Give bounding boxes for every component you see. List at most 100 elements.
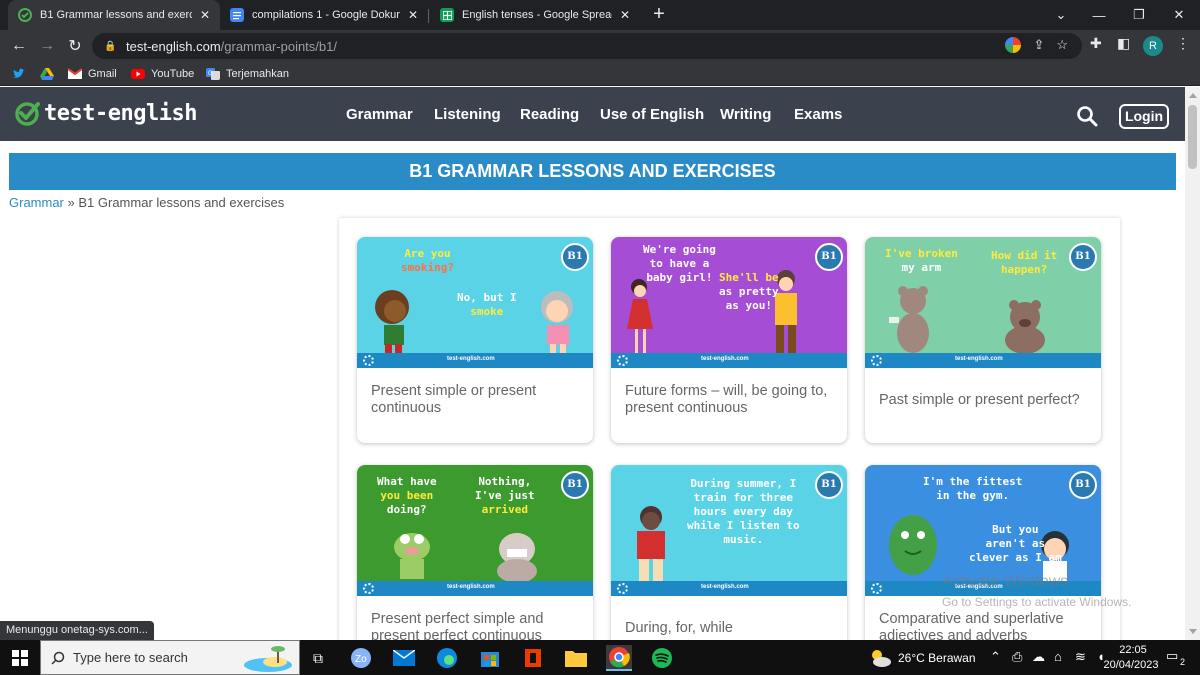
forward-arrow-icon[interactable]: → (36, 35, 58, 57)
browser-tab-compilations[interactable]: compilations 1 - Google Dokumen ✕ (220, 0, 428, 30)
url-host: test-english.com (126, 38, 221, 54)
side-panel-icon[interactable]: ◧ (1117, 35, 1130, 52)
address-bar[interactable]: 🔒 test-english.com/grammar-points/b1/ ⇪ … (92, 33, 1082, 59)
reload-icon[interactable]: ↻ (64, 35, 86, 57)
spotify-app-icon[interactable] (649, 645, 675, 671)
browser-tab-english-tenses[interactable]: English tenses - Google Spreadsheet ✕ (430, 0, 640, 30)
onedrive-cloud-icon[interactable]: ☁ (1032, 649, 1045, 665)
page-viewport: test-english Grammar Listening Reading U… (0, 87, 1185, 640)
lesson-thumbnail[interactable]: I've broken my arm How did it happen? B1… (865, 237, 1101, 368)
close-icon[interactable]: ✕ (200, 8, 210, 22)
file-explorer-icon[interactable] (563, 645, 589, 671)
nav-writing[interactable]: Writing (720, 106, 771, 123)
back-arrow-icon[interactable]: ← (8, 35, 30, 57)
url-path: /grammar-points/b1/ (220, 38, 337, 54)
thumbnail-site-label: test-english.com (447, 584, 495, 590)
notification-count: 2 (1180, 657, 1186, 667)
scroll-thumb[interactable] (1188, 105, 1197, 169)
activate-windows-subtitle: Go to Settings to activate Windows. (942, 595, 1132, 609)
page-title: B1 GRAMMAR LESSONS AND EXERCISES (9, 153, 1176, 190)
lesson-card-during-for-while[interactable]: During summer, I train for three hours e… (611, 465, 847, 640)
microsoft-store-icon[interactable] (477, 645, 503, 671)
chrome-app-icon[interactable] (606, 645, 632, 671)
nav-listening[interactable]: Listening (434, 106, 501, 123)
breadcrumb-grammar-link[interactable]: Grammar (9, 195, 64, 210)
search-icon[interactable] (1076, 105, 1098, 127)
wifi-icon[interactable]: ≋ (1075, 649, 1086, 665)
nav-grammar[interactable]: Grammar (346, 106, 413, 123)
close-window-button[interactable]: ✕ (1156, 0, 1200, 30)
extensions-puzzle-icon[interactable]: ✚ (1090, 35, 1102, 52)
nav-exams[interactable]: Exams (794, 106, 842, 123)
edge-browser-icon[interactable] (434, 645, 460, 671)
bubble-text: my arm (901, 261, 942, 274)
lesson-card-present-simple[interactable]: Are you smoking? No, but I smoke B1 test… (357, 237, 593, 443)
profile-avatar[interactable]: R (1143, 36, 1163, 56)
bookmark-star-icon[interactable]: ☆ (1056, 37, 1068, 53)
lesson-thumbnail[interactable]: Are you smoking? No, but I smoke B1 test… (357, 237, 593, 368)
bubble-text: We're going (643, 243, 716, 256)
windows-start-icon[interactable] (7, 645, 33, 671)
scroll-down-arrow-icon[interactable] (1189, 629, 1197, 634)
taskbar-search-box[interactable]: Type here to search (40, 640, 300, 675)
login-button[interactable]: Login (1119, 104, 1169, 129)
scroll-up-arrow-icon[interactable] (1189, 93, 1197, 98)
network-icon[interactable]: ⌂ (1054, 649, 1062, 664)
bubble-text: clever as I am (969, 551, 1062, 564)
tab-title: B1 Grammar lessons and exercises (40, 9, 192, 21)
nav-reading[interactable]: Reading (520, 106, 579, 123)
share-icon[interactable]: ⇪ (1033, 37, 1044, 53)
bubble-text: Are you (404, 247, 451, 260)
lock-icon[interactable]: 🔒 (104, 41, 118, 52)
lesson-card-title[interactable]: Comparative and superlative adjectives a… (879, 611, 1091, 640)
lesson-card-comparatives[interactable]: I'm the fittest in the gym. But you aren… (865, 465, 1101, 640)
close-icon[interactable]: ✕ (408, 8, 418, 22)
nav-use-of-english[interactable]: Use of English (600, 106, 704, 123)
lesson-card-title[interactable]: Present simple or present continuous (371, 383, 583, 417)
thumbnail-site-label: test-english.com (955, 356, 1003, 362)
bookmark-label: YouTube (151, 68, 195, 80)
browser-tab-b1-grammar[interactable]: B1 Grammar lessons and exercises ✕ (8, 0, 220, 30)
site-logo[interactable]: test-english (14, 99, 197, 127)
level-badge: B1 (1069, 243, 1097, 271)
bubble-text: Nothing, (478, 475, 532, 488)
new-tab-button[interactable]: + (648, 3, 670, 25)
lesson-card-title[interactable]: Past simple or present perfect? (879, 392, 1091, 409)
bubble-text: smoke (470, 305, 504, 318)
cloud-sun-weather-icon[interactable] (868, 648, 892, 668)
google-drive-icon (40, 68, 54, 80)
weather-text[interactable]: 26°C Berawan (898, 651, 976, 665)
bookmark-google-drive[interactable] (40, 66, 60, 82)
device-tray-icon[interactable]: ⎙ (1012, 649, 1022, 665)
notifications-icon[interactable]: ▭ (1166, 648, 1190, 668)
close-icon[interactable]: ✕ (620, 8, 630, 22)
lesson-card-present-perfect[interactable]: What have you been doing? Nothing, I've … (357, 465, 593, 640)
clock-time[interactable]: 22:05 (1110, 644, 1156, 656)
beach-widget-icon[interactable] (243, 643, 293, 673)
lesson-thumbnail[interactable]: We're going to have a baby girl! She'll … (611, 237, 847, 368)
page-scrollbar[interactable] (1185, 87, 1200, 640)
bookmark-translate[interactable]: G Terjemahkan (206, 66, 289, 82)
bookmark-youtube[interactable]: YouTube (131, 66, 194, 82)
bubble-text: doing? (386, 503, 427, 516)
task-view-icon[interactable]: ⧉ (305, 645, 331, 671)
lesson-card-title[interactable]: Future forms – will, be going to, presen… (625, 383, 837, 417)
lesson-thumbnail[interactable]: What have you been doing? Nothing, I've … (357, 465, 593, 596)
google-translate-icon: G (206, 68, 220, 80)
thumbnail-site-label: test-english.com (701, 584, 749, 590)
mail-app-icon[interactable] (391, 645, 417, 671)
lesson-card-past-simple[interactable]: I've broken my arm How did it happen? B1… (865, 237, 1101, 443)
level-badge: B1 (815, 243, 843, 271)
tray-chevron-up-icon[interactable]: ⌃ (990, 649, 1001, 665)
bookmark-twitter[interactable] (12, 66, 32, 82)
clock-date[interactable]: 20/04/2023 (1096, 659, 1166, 671)
chrome-menu-icon[interactable]: ⋮ (1176, 35, 1190, 52)
google-lens-icon[interactable] (1005, 37, 1022, 53)
lesson-thumbnail[interactable]: During summer, I train for three hours e… (611, 465, 847, 596)
lesson-card-future-forms[interactable]: We're going to have a baby girl! She'll … (611, 237, 847, 443)
lesson-card-title[interactable]: During, for, while (625, 620, 837, 637)
lesson-card-title[interactable]: Present perfect simple and present perfe… (371, 611, 583, 640)
bookmark-gmail[interactable]: Gmail (68, 66, 117, 82)
zoom-app-icon[interactable]: Zo (348, 645, 374, 671)
office-app-icon[interactable] (520, 645, 546, 671)
